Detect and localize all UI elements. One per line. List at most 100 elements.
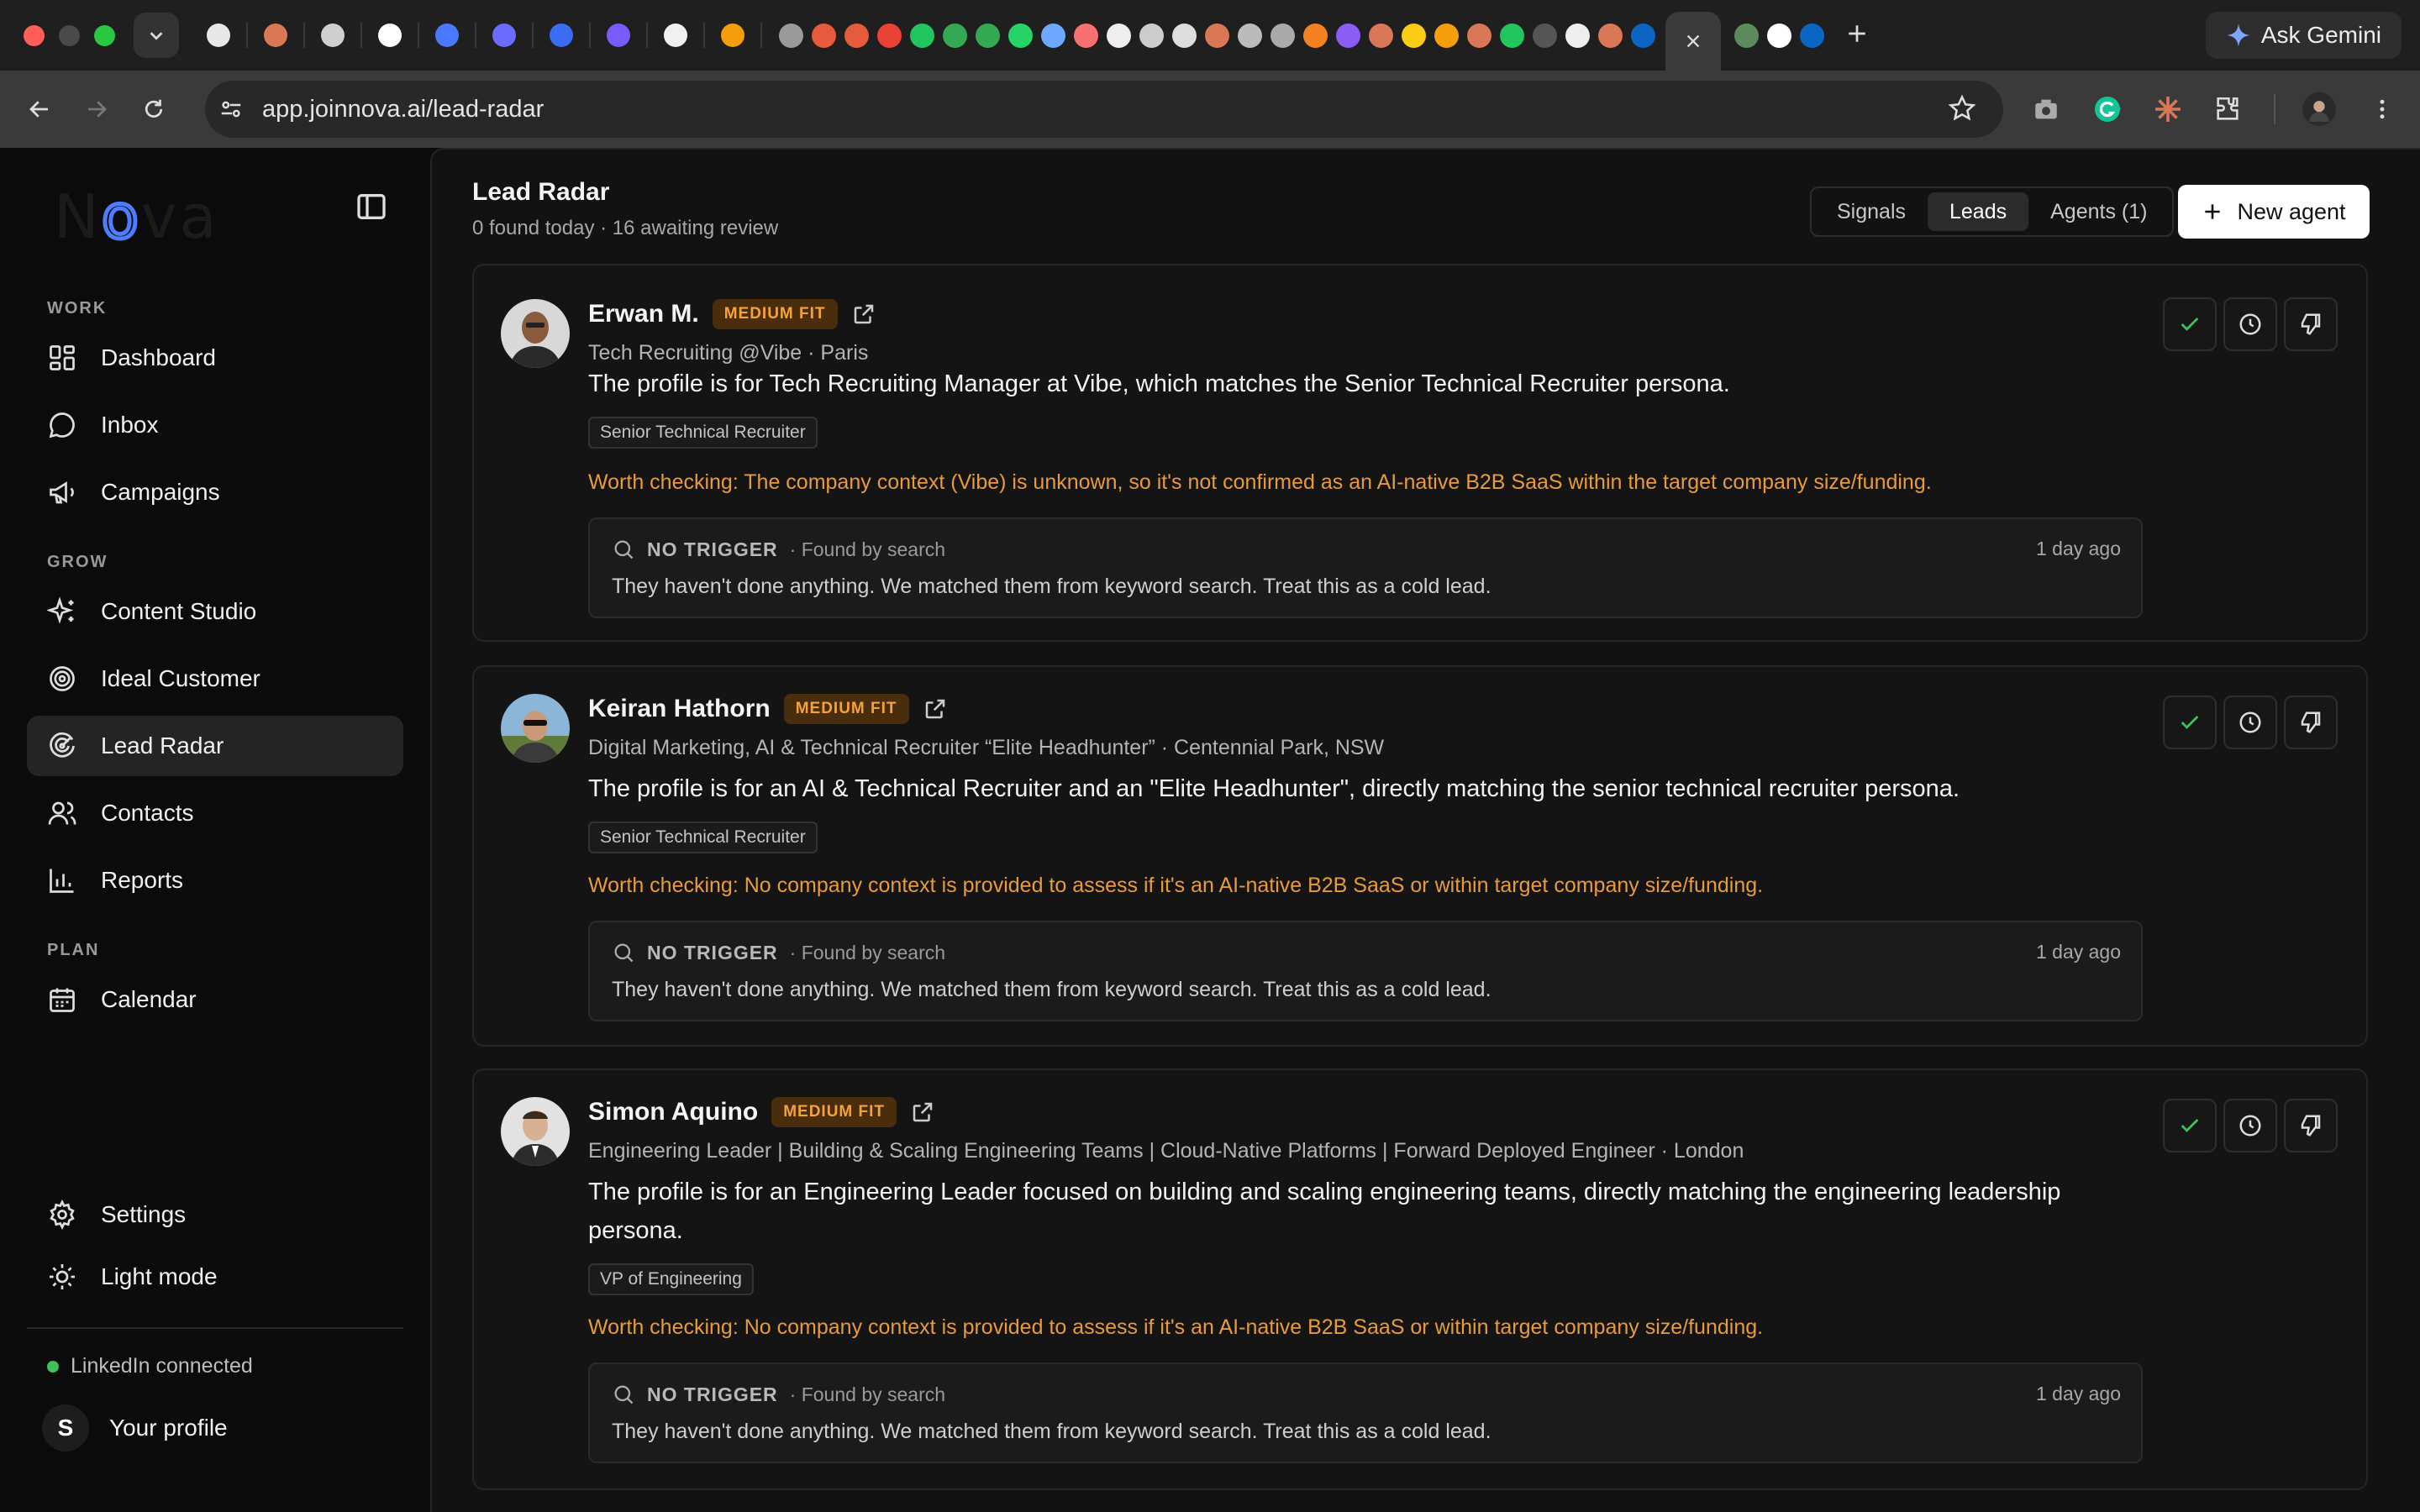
pinned-tab[interactable] <box>431 19 463 51</box>
close-window-button[interactable] <box>24 24 45 46</box>
new-tab-button[interactable] <box>1846 23 1868 49</box>
app-root: Nova WORK Dashboard Inbox Campaigns GROW… <box>0 148 2420 1512</box>
site-settings-icon[interactable] <box>218 97 244 122</box>
tab-agents[interactable]: Agents (1) <box>2028 192 2169 231</box>
snooze-button[interactable] <box>2223 297 2277 351</box>
extensions-puzzle-icon[interactable] <box>2213 71 2242 148</box>
lead-avatar[interactable] <box>501 1097 570 1166</box>
back-button[interactable] <box>20 90 59 129</box>
pinned-tab[interactable] <box>602 19 634 51</box>
lead-card: Erwan M. MEDIUM FIT Tech Recruiting @Vib… <box>472 264 2368 642</box>
sidebar-item-dashboard[interactable]: Dashboard <box>27 328 403 388</box>
page-title: Lead Radar <box>472 178 610 206</box>
tab-search-button[interactable] <box>134 13 179 58</box>
check-icon <box>2181 1119 2199 1132</box>
trigger-header: NO TRIGGER · Found by search <box>612 538 945 561</box>
reject-button[interactable] <box>2284 297 2338 351</box>
trigger-label: NO TRIGGER <box>647 1383 778 1405</box>
camera-extension-icon[interactable] <box>2032 71 2060 148</box>
bookmark-star-icon[interactable] <box>1948 94 1976 123</box>
browser-profile-avatar[interactable] <box>2302 71 2336 148</box>
browser-tabstrip: Ask Gemini <box>0 0 2420 71</box>
sidebar-item-reports[interactable]: Reports <box>27 850 403 911</box>
approve-button[interactable] <box>2163 696 2217 749</box>
trigger-header: NO TRIGGER · Found by search <box>612 1383 945 1406</box>
trigger-time: 1 day ago <box>2035 538 2121 559</box>
pinned-tab[interactable] <box>660 19 692 51</box>
reload-button[interactable] <box>134 90 173 129</box>
snooze-button[interactable] <box>2223 696 2277 749</box>
persona-tag: Senior Technical Recruiter <box>588 822 818 853</box>
external-link-icon[interactable] <box>923 696 948 722</box>
profile-link[interactable]: S Your profile <box>42 1404 228 1452</box>
check-icon <box>2181 318 2199 331</box>
forward-button[interactable] <box>77 90 116 129</box>
lead-actions <box>2163 1099 2338 1152</box>
pinned-tab[interactable] <box>488 19 520 51</box>
lead-actions <box>2163 696 2338 749</box>
pinned-tab[interactable] <box>203 19 234 51</box>
snooze-button[interactable] <box>2223 1099 2277 1152</box>
sidebar-item-label: Lead Radar <box>101 732 224 759</box>
new-agent-button[interactable]: New agent <box>2178 185 2370 239</box>
pinned-tab[interactable] <box>374 19 406 51</box>
message-circle-icon <box>44 407 81 444</box>
profile-label: Your profile <box>109 1415 228 1441</box>
sidebar-item-contacts[interactable]: Contacts <box>27 783 403 843</box>
lead-card: Keiran Hathorn MEDIUM FIT Digital Market… <box>472 665 2368 1047</box>
sidebar-item-ideal-customer[interactable]: Ideal Customer <box>27 648 403 709</box>
pinned-tab[interactable] <box>717 19 749 51</box>
pinned-tab[interactable] <box>260 19 292 51</box>
lead-avatar[interactable] <box>501 299 570 368</box>
pinned-tab[interactable] <box>545 19 577 51</box>
lead-avatar[interactable] <box>501 694 570 763</box>
pinned-tab[interactable] <box>317 19 349 51</box>
sidebar-item-label: Settings <box>101 1201 187 1227</box>
external-link-icon[interactable] <box>910 1100 935 1125</box>
tab-favicons-right <box>1734 23 1824 48</box>
collapse-sidebar-button[interactable] <box>355 190 388 228</box>
light-mode-label: Light mode <box>101 1263 218 1289</box>
tab-leads[interactable]: Leads <box>1928 192 2029 231</box>
reject-button[interactable] <box>2284 1099 2338 1152</box>
approve-button[interactable] <box>2163 297 2217 351</box>
lead-warning: Worth checking: No company context is pr… <box>588 1315 1764 1339</box>
lead-name: Keiran Hathorn <box>588 695 771 722</box>
grammarly-extension-icon[interactable] <box>2092 71 2123 148</box>
sidebar-item-calendar[interactable]: Calendar <box>27 969 403 1030</box>
linkedin-status-label: LinkedIn connected <box>71 1354 253 1378</box>
fit-badge: MEDIUM FIT <box>783 694 909 724</box>
sidebar-toggle-icon <box>357 194 386 219</box>
close-icon[interactable] <box>1684 32 1702 50</box>
sidebar-item-lead-radar[interactable]: Lead Radar <box>27 716 403 776</box>
nova-logo[interactable]: Nova <box>54 180 219 255</box>
thumbs-down-icon <box>2301 1115 2321 1137</box>
lead-headline: Tech Recruiting @Vibe · Paris <box>588 341 869 365</box>
light-mode-toggle[interactable]: Light mode <box>27 1247 403 1307</box>
section-label-work: WORK <box>47 299 108 318</box>
sidebar-item-settings[interactable]: Settings <box>27 1184 403 1245</box>
clock-icon <box>2239 1115 2261 1137</box>
trigger-time: 1 day ago <box>2035 1383 2121 1404</box>
tab-signals[interactable]: Signals <box>1815 192 1928 231</box>
trigger-text: They haven't done anything. We matched t… <box>612 978 1491 1001</box>
sidebar-item-label: Contacts <box>101 800 194 826</box>
approve-button[interactable] <box>2163 1099 2217 1152</box>
chevron-down-icon <box>150 32 163 40</box>
browser-menu-icon[interactable] <box>2370 71 2395 148</box>
claude-extension-icon[interactable] <box>2153 71 2183 148</box>
ask-gemini-button[interactable]: Ask Gemini <box>2205 12 2402 59</box>
active-tab[interactable] <box>1665 12 1721 71</box>
thumbs-down-icon <box>2301 711 2321 733</box>
url-text[interactable]: app.joinnova.ai/lead-radar <box>262 96 544 123</box>
maximize-window-button[interactable] <box>94 24 115 46</box>
minimize-window-button[interactable] <box>59 24 80 46</box>
address-bar[interactable]: app.joinnova.ai/lead-radar <box>205 81 2003 138</box>
sidebar-item-campaigns[interactable]: Campaigns <box>27 462 403 522</box>
users-icon <box>44 795 81 832</box>
sidebar-item-label: Calendar <box>101 986 197 1012</box>
sidebar-item-content-studio[interactable]: Content Studio <box>27 581 403 642</box>
external-link-icon[interactable] <box>851 302 876 327</box>
sidebar-item-inbox[interactable]: Inbox <box>27 395 403 455</box>
reject-button[interactable] <box>2284 696 2338 749</box>
